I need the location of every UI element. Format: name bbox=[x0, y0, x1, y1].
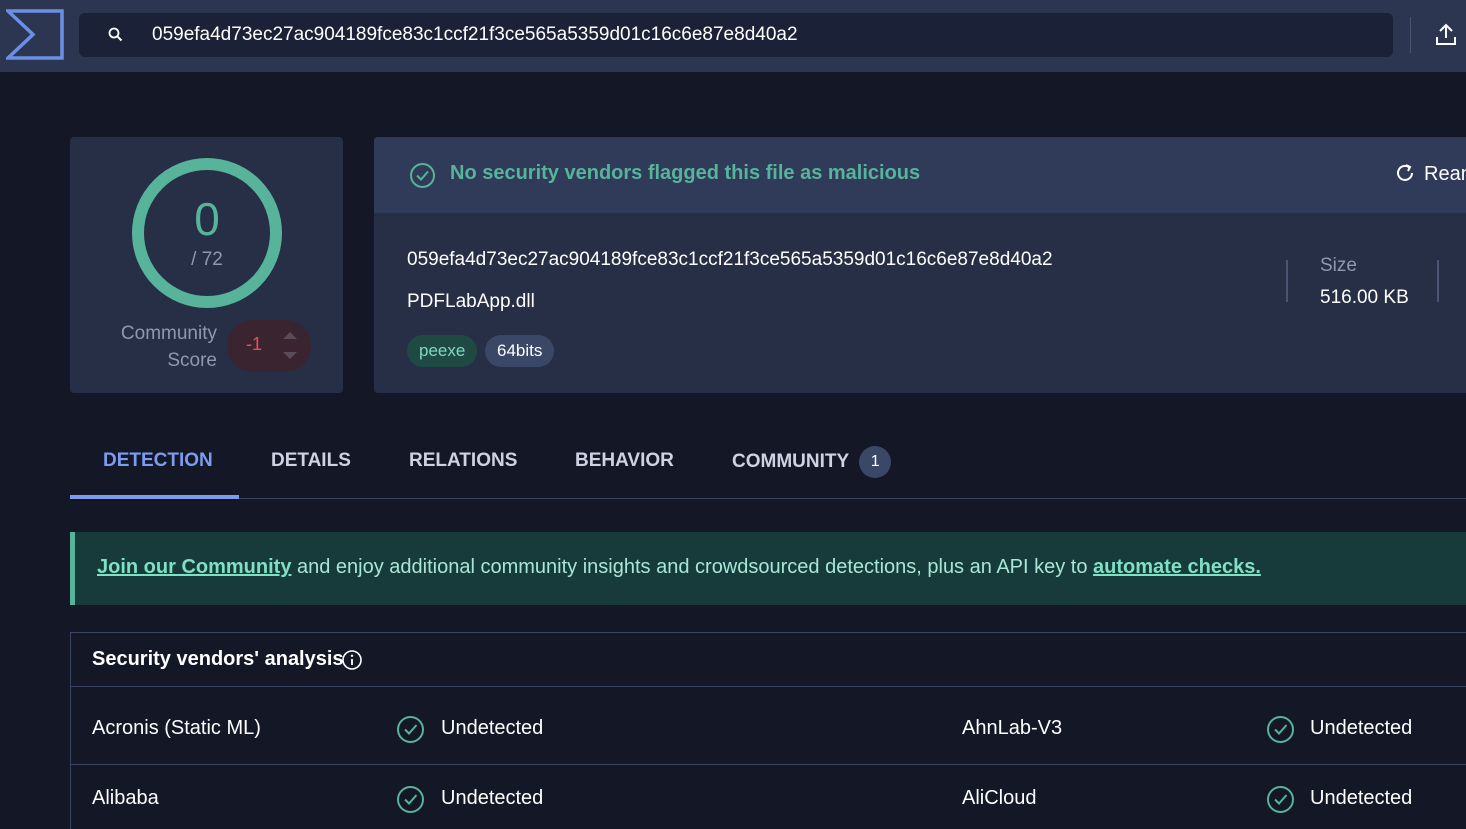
search-icon[interactable] bbox=[107, 26, 125, 44]
tab-details[interactable]: DETAILS bbox=[271, 450, 351, 472]
tag-64bits[interactable]: 64bits bbox=[485, 335, 555, 367]
check-circle-icon bbox=[397, 786, 424, 813]
vendors-title: Security vendors' analysis bbox=[92, 648, 344, 670]
automate-checks-link[interactable]: automate checks. bbox=[1093, 556, 1261, 578]
community-score-value: -1 bbox=[246, 334, 263, 354]
vendor-name: Acronis (Static ML) bbox=[92, 717, 261, 739]
join-community-link[interactable]: Join our Community bbox=[97, 556, 291, 578]
active-tab-indicator bbox=[70, 495, 239, 499]
tab-community-label: COMMUNITY bbox=[732, 451, 850, 472]
vendor-status: Undetected bbox=[441, 787, 544, 809]
size-label: Size bbox=[1320, 255, 1357, 276]
virustotal-logo-icon[interactable] bbox=[6, 9, 64, 60]
refresh-icon bbox=[1397, 164, 1413, 181]
file-hash[interactable]: 059efa4d73ec27ac904189fce83c1ccf21f3ce56… bbox=[407, 249, 1053, 271]
info-icon[interactable] bbox=[341, 649, 363, 671]
summary-header: No security vendors flagged this file as… bbox=[374, 137, 1466, 213]
vendor-status: Undetected bbox=[1310, 787, 1413, 809]
search-bar bbox=[79, 13, 1393, 57]
tab-bar: DETECTION DETAILS RELATIONS BEHAVIOR COM… bbox=[70, 430, 1466, 499]
upload-icon[interactable] bbox=[1433, 22, 1459, 48]
search-input[interactable] bbox=[152, 13, 1352, 57]
community-banner: Join our Community and enjoy additional … bbox=[70, 532, 1466, 605]
banner-text: Join our Community and enjoy additional … bbox=[97, 556, 1261, 579]
vote-down-icon[interactable] bbox=[283, 352, 297, 359]
reanalyze-button[interactable]: Rean bbox=[1394, 162, 1466, 186]
vendor-name: Alibaba bbox=[92, 787, 159, 809]
file-name: PDFLabApp.dll bbox=[407, 291, 535, 312]
vendor-status: Undetected bbox=[1310, 717, 1413, 739]
size-value: 516.00 KB bbox=[1320, 287, 1409, 308]
vendor-name: AliCloud bbox=[962, 787, 1037, 809]
banner-message: and enjoy additional community insights … bbox=[291, 556, 1094, 578]
check-circle-icon bbox=[397, 716, 424, 743]
detection-total: / 72 bbox=[191, 249, 223, 270]
community-score-vote: -1 bbox=[227, 320, 311, 372]
tab-community[interactable]: COMMUNITY 1 bbox=[732, 446, 892, 478]
divider bbox=[1437, 260, 1439, 302]
vote-up-icon[interactable] bbox=[283, 332, 297, 339]
vendors-analysis: Security vendors' analysis Acronis (Stat… bbox=[70, 632, 1466, 829]
tab-detection[interactable]: DETECTION bbox=[103, 450, 213, 472]
check-circle-icon bbox=[1267, 786, 1294, 813]
community-count-badge: 1 bbox=[859, 446, 892, 478]
vendor-row: Acronis (Static ML) Undetected AhnLab-V3… bbox=[71, 695, 1466, 765]
check-circle-icon bbox=[1267, 716, 1294, 743]
tag-peexe[interactable]: peexe bbox=[407, 335, 478, 367]
vendors-header: Security vendors' analysis bbox=[71, 633, 1466, 687]
verdict-text: No security vendors flagged this file as… bbox=[450, 162, 921, 184]
file-summary-card: No security vendors flagged this file as… bbox=[374, 137, 1466, 393]
divider bbox=[1286, 260, 1288, 302]
divider bbox=[1410, 17, 1411, 53]
reanalyze-label: Rean bbox=[1424, 163, 1466, 185]
top-bar bbox=[0, 0, 1466, 72]
detection-score-card: 0 / 72 Community Score -1 bbox=[70, 137, 343, 393]
vendor-status: Undetected bbox=[441, 717, 544, 739]
tab-behavior[interactable]: BEHAVIOR bbox=[575, 450, 674, 472]
vendor-name: AhnLab-V3 bbox=[962, 717, 1063, 739]
detection-count: 0 bbox=[194, 193, 220, 245]
community-score-label: Community Score bbox=[120, 323, 217, 371]
vendor-row: Alibaba Undetected AliCloud Undetected bbox=[71, 765, 1466, 829]
tab-relations[interactable]: RELATIONS bbox=[409, 450, 517, 472]
check-circle-icon bbox=[410, 163, 435, 188]
